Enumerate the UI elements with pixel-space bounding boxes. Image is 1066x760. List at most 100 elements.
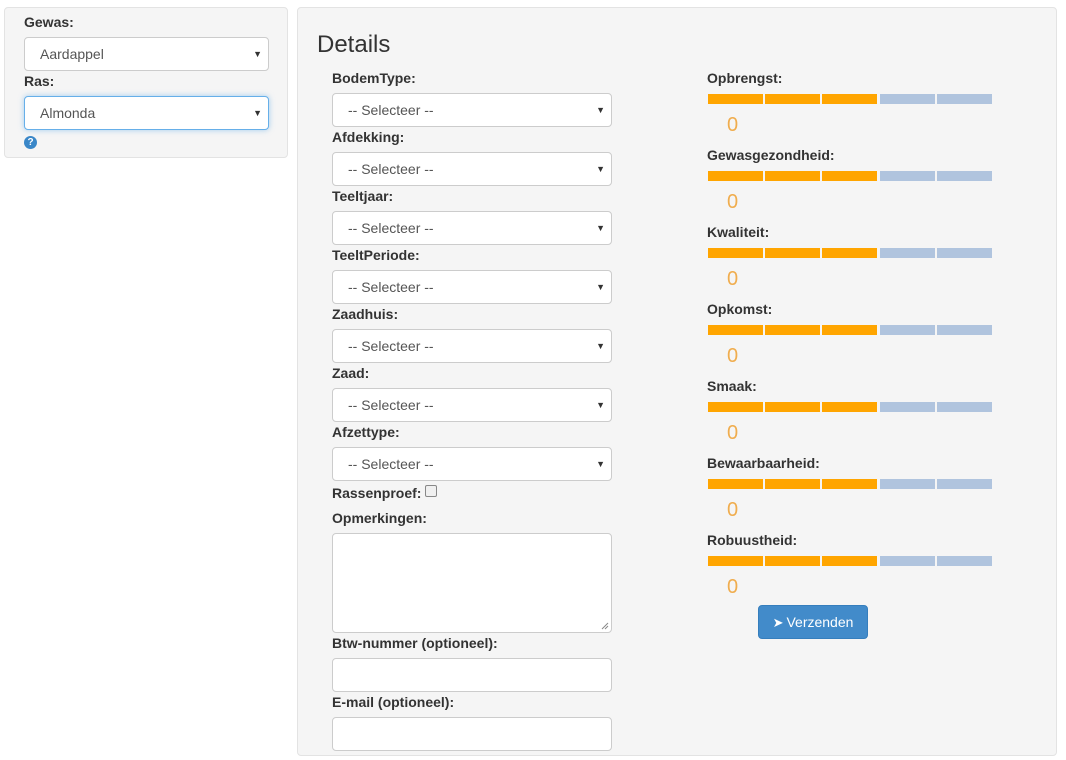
verzenden-label: Verzenden <box>786 614 854 630</box>
chevron-down-icon: ▼ <box>596 164 605 174</box>
bodemtype-select[interactable]: -- Selecteer -- ▼ <box>332 93 612 127</box>
rating-segment-empty[interactable] <box>937 171 992 181</box>
rating-segment-empty[interactable] <box>880 325 935 335</box>
ras-select-value: Almonda <box>40 105 96 121</box>
rating-label: Bewaarbaarheid: <box>707 455 820 471</box>
paper-plane-icon: ➤ <box>772 615 784 630</box>
rating-bar[interactable] <box>708 248 992 258</box>
rating-label: Opkomst: <box>707 301 773 317</box>
rating-bar[interactable] <box>708 94 992 104</box>
bodemtype-label: BodemType: <box>332 70 416 86</box>
rating-score: 0 <box>727 422 739 444</box>
chevron-down-icon: ▼ <box>596 341 605 351</box>
rating-segment-filled[interactable] <box>822 402 877 412</box>
rating-segment-empty[interactable] <box>880 248 935 258</box>
page-title: Details <box>317 31 391 58</box>
rating-segment-filled[interactable] <box>708 479 763 489</box>
rating-segment-filled[interactable] <box>822 325 877 335</box>
rating-segment-filled[interactable] <box>822 171 877 181</box>
chevron-down-icon: ▼ <box>596 105 605 115</box>
rating-segment-empty[interactable] <box>880 402 935 412</box>
rating-bar[interactable] <box>708 325 992 335</box>
teeltjaar-select[interactable]: -- Selecteer -- ▼ <box>332 211 612 245</box>
zaad-label: Zaad: <box>332 365 370 381</box>
ras-label: Ras: <box>24 73 55 89</box>
rating-label: Robuustheid: <box>707 532 798 548</box>
rating-segment-empty[interactable] <box>880 556 935 566</box>
chevron-down-icon: ▼ <box>596 459 605 469</box>
afdekking-select[interactable]: -- Selecteer -- ▼ <box>332 152 612 186</box>
opmerkingen-textarea[interactable] <box>332 533 612 633</box>
resize-handle-icon[interactable] <box>601 622 609 630</box>
rating-bar[interactable] <box>708 479 992 489</box>
zaadhuis-select[interactable]: -- Selecteer -- ▼ <box>332 329 612 363</box>
rating-label: Gewasgezondheid: <box>707 147 835 163</box>
rating-bar[interactable] <box>708 171 992 181</box>
rating-segment-filled[interactable] <box>708 402 763 412</box>
rating-segment-filled[interactable] <box>822 556 877 566</box>
gewas-label: Gewas: <box>24 14 74 30</box>
rassenproef-checkbox[interactable] <box>425 485 437 497</box>
rating-segment-filled[interactable] <box>765 325 820 335</box>
rating-label: Smaak: <box>707 378 757 394</box>
rating-segment-filled[interactable] <box>822 479 877 489</box>
rating-segment-filled[interactable] <box>822 248 877 258</box>
rating-score: 0 <box>727 268 739 290</box>
zaad-select[interactable]: -- Selecteer -- ▼ <box>332 388 612 422</box>
gewas-select[interactable]: Aardappel ▼ <box>24 37 269 71</box>
rating-score: 0 <box>727 191 739 213</box>
rating-segment-empty[interactable] <box>937 94 992 104</box>
chevron-down-icon: ▼ <box>596 223 605 233</box>
teeltperiode-label: TeeltPeriode: <box>332 247 420 263</box>
rating-score: 0 <box>727 499 739 521</box>
rating-segment-empty[interactable] <box>880 171 935 181</box>
afdekking-label: Afdekking: <box>332 129 405 145</box>
rating-segment-empty[interactable] <box>937 325 992 335</box>
rating-segment-empty[interactable] <box>937 248 992 258</box>
chevron-down-icon: ▼ <box>253 49 262 59</box>
opmerkingen-label: Opmerkingen: <box>332 510 427 526</box>
chevron-down-icon: ▼ <box>253 108 262 118</box>
rating-segment-empty[interactable] <box>880 94 935 104</box>
rating-segment-filled[interactable] <box>708 325 763 335</box>
rating-segment-filled[interactable] <box>765 94 820 104</box>
select-value: -- Selecteer -- <box>348 456 434 472</box>
rating-segment-filled[interactable] <box>765 556 820 566</box>
select-value: -- Selecteer -- <box>348 279 434 295</box>
teeltperiode-select[interactable]: -- Selecteer -- ▼ <box>332 270 612 304</box>
afzettype-label: Afzettype: <box>332 424 400 440</box>
email-label: E-mail (optioneel): <box>332 694 455 710</box>
rassenproef-label: Rassenproef: <box>332 485 422 501</box>
email-input[interactable] <box>332 717 612 751</box>
rating-segment-filled[interactable] <box>765 248 820 258</box>
zaadhuis-label: Zaadhuis: <box>332 306 399 322</box>
chevron-down-icon: ▼ <box>596 282 605 292</box>
rating-label: Opbrengst: <box>707 70 783 86</box>
rating-segment-empty[interactable] <box>880 479 935 489</box>
rating-segment-filled[interactable] <box>708 248 763 258</box>
rating-bar[interactable] <box>708 402 992 412</box>
rating-segment-filled[interactable] <box>765 479 820 489</box>
afzettype-select[interactable]: -- Selecteer -- ▼ <box>332 447 612 481</box>
rating-segment-filled[interactable] <box>765 171 820 181</box>
chevron-down-icon: ▼ <box>596 400 605 410</box>
rating-segment-filled[interactable] <box>708 94 763 104</box>
btw-input[interactable] <box>332 658 612 692</box>
rating-segment-empty[interactable] <box>937 479 992 489</box>
rating-label: Kwaliteit: <box>707 224 770 240</box>
rating-score: 0 <box>727 114 739 136</box>
select-value: -- Selecteer -- <box>348 161 434 177</box>
verzenden-button[interactable]: ➤ Verzenden <box>758 605 868 639</box>
rating-segment-filled[interactable] <box>822 94 877 104</box>
rating-segment-filled[interactable] <box>708 171 763 181</box>
rating-segment-empty[interactable] <box>937 402 992 412</box>
question-circle-icon[interactable]: ? <box>24 136 37 149</box>
rating-segment-filled[interactable] <box>708 556 763 566</box>
rating-bar[interactable] <box>708 556 992 566</box>
ras-select[interactable]: Almonda ▼ <box>24 96 269 130</box>
rating-segment-filled[interactable] <box>765 402 820 412</box>
gewas-select-value: Aardappel <box>40 46 104 62</box>
rating-segment-empty[interactable] <box>937 556 992 566</box>
select-value: -- Selecteer -- <box>348 397 434 413</box>
teeltjaar-label: Teeltjaar: <box>332 188 394 204</box>
